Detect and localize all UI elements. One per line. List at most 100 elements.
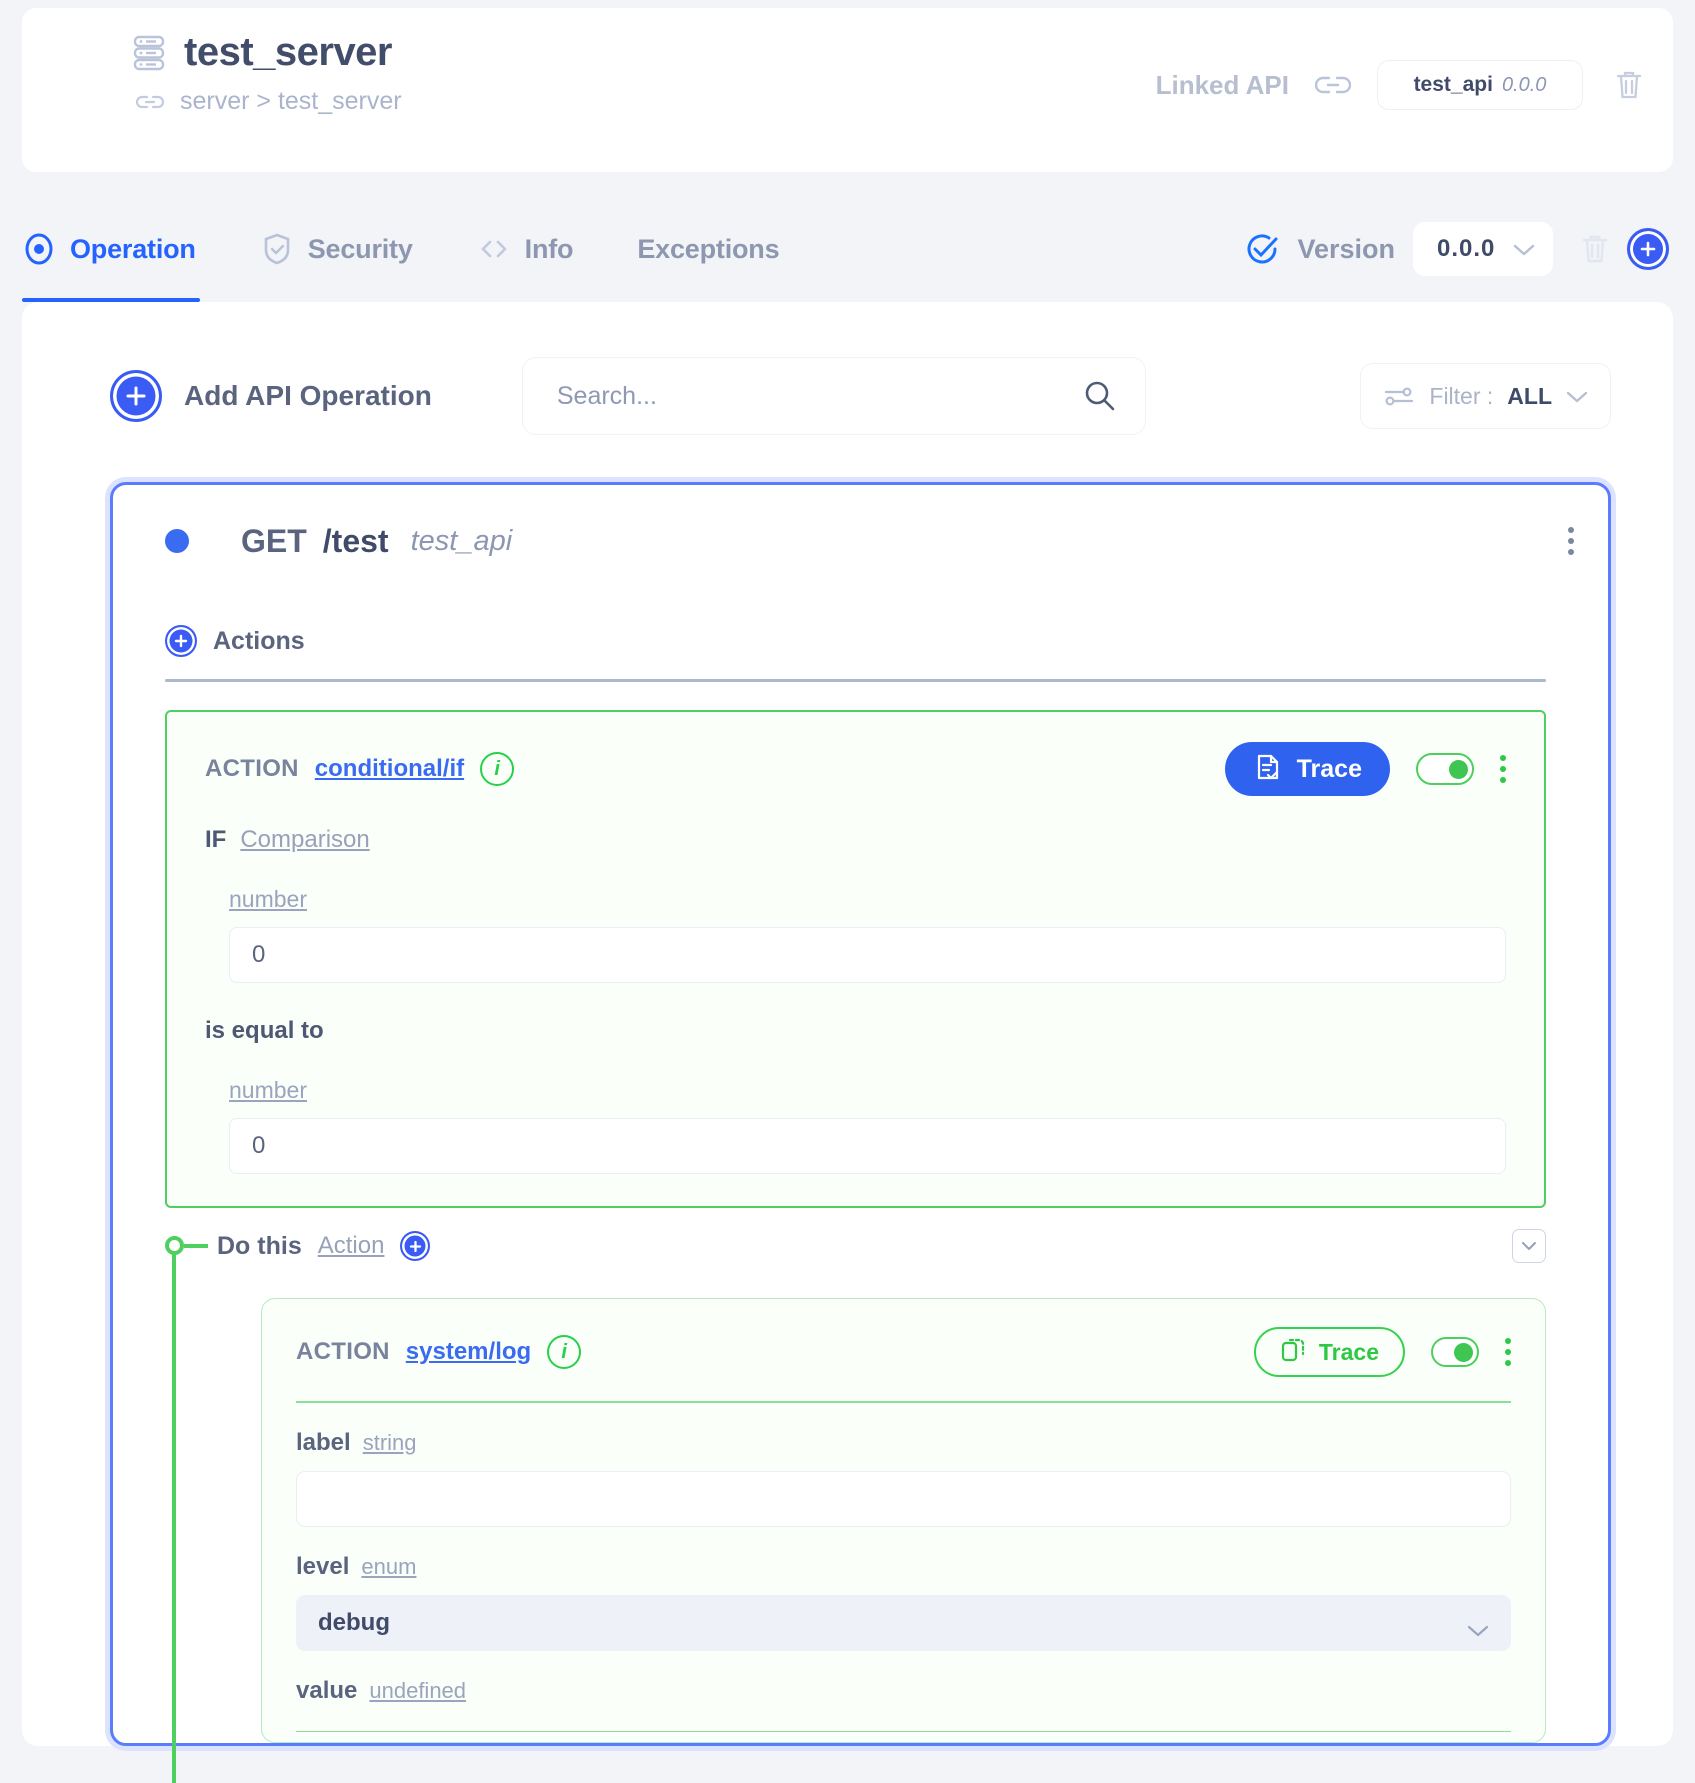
right-operand-value: 0 <box>252 1132 266 1159</box>
field-type[interactable]: undefined <box>369 1678 466 1704</box>
field-type[interactable]: string <box>363 1430 417 1456</box>
server-header-card: test_server server > test_server Linked … <box>22 8 1673 172</box>
comparison-operator: is equal to <box>205 1017 324 1044</box>
linked-api-version: 0.0.0 <box>1501 73 1547 96</box>
label-input[interactable] <box>296 1470 1511 1527</box>
breadcrumb: server > test_server <box>132 87 402 116</box>
trace-button-label: Trace <box>1296 754 1362 783</box>
log-action-header: ACTION system/log i Trace <box>296 1327 1511 1377</box>
filter-dropdown[interactable]: Filter : ALL <box>1360 363 1611 429</box>
page-title: test_server <box>184 30 393 74</box>
level-select-value: debug <box>318 1608 390 1636</box>
right-operand-type[interactable]: number <box>229 1077 307 1104</box>
kebab-menu-icon[interactable] <box>1568 527 1574 555</box>
tab-security[interactable]: Security <box>260 196 443 302</box>
log-action-card[interactable]: ACTION system/log i Trace label string l… <box>261 1298 1546 1743</box>
search-icon[interactable] <box>1081 378 1117 414</box>
info-icon[interactable]: i <box>547 1335 582 1369</box>
operations-panel: Add API Operation Search... Filter: ALL… <box>22 302 1673 1783</box>
api-operation-card[interactable]: GET /test test_api Actions ACTION condit… <box>110 482 1611 1783</box>
do-this-label: Do this <box>217 1231 302 1260</box>
trace-button[interactable]: Trace <box>1253 1327 1405 1377</box>
add-api-operation-label: Add API Operation <box>184 380 432 411</box>
chevron-down-icon <box>1467 1616 1489 1637</box>
actions-title-row[interactable]: Actions <box>165 625 1546 657</box>
radio-target-icon <box>22 232 56 266</box>
tab-list: Operation Security Info Exceptions <box>22 196 843 302</box>
level-select[interactable]: debug <box>296 1594 1511 1651</box>
conditional-action-controls: Trace <box>1224 742 1506 796</box>
search-box[interactable] <box>521 357 1146 435</box>
shield-check-icon <box>260 232 294 266</box>
field-name: label <box>296 1428 351 1456</box>
version-value: 0.0.0 <box>1437 235 1496 262</box>
conditional-action-card[interactable]: ACTION conditional/if i Trace IF Compari… <box>165 710 1546 1208</box>
trace-button-label: Trace <box>1318 1338 1379 1365</box>
link-icon <box>135 94 165 110</box>
linked-api-group: Linked API test_api 0.0.0 <box>1156 60 1643 110</box>
field-name: level <box>296 1552 350 1580</box>
divider <box>296 1401 1511 1403</box>
version-label: Version <box>1297 233 1395 264</box>
info-icon[interactable]: i <box>480 752 515 786</box>
field-level: level enum debug <box>296 1553 1511 1651</box>
tab-operation[interactable]: Operation <box>22 196 226 302</box>
add-api-operation-button[interactable]: Add API Operation <box>110 370 432 422</box>
comparison-link[interactable]: Comparison <box>240 826 369 854</box>
operations-toolbar: Add API Operation Search... Filter: ALL <box>22 357 1673 435</box>
operation-api-name: test_api <box>410 524 513 557</box>
linked-api-pill[interactable]: test_api 0.0.0 <box>1377 60 1583 110</box>
tab-exceptions[interactable]: Exceptions <box>637 196 809 302</box>
actions-section-header: Actions <box>165 625 1546 682</box>
left-operand-type[interactable]: number <box>229 886 307 913</box>
conditional-body: IF Comparison number 0 is equal to numbe… <box>205 826 1506 1174</box>
kebab-menu-icon[interactable] <box>1505 1338 1511 1366</box>
chain-link-icon <box>1314 74 1352 96</box>
action-enabled-toggle[interactable] <box>1416 753 1474 785</box>
sliders-icon <box>1383 385 1415 407</box>
left-operand-value: 0 <box>252 941 266 968</box>
trace-button[interactable]: Trace <box>1224 742 1390 796</box>
branch-stem <box>184 1244 208 1248</box>
action-enabled-toggle[interactable] <box>1431 1337 1479 1367</box>
version-select[interactable]: 0.0.0 <box>1413 222 1553 276</box>
operation-path: /test <box>322 522 389 559</box>
if-keyword: IF <box>205 826 227 853</box>
search-input[interactable] <box>556 381 1037 411</box>
field-value: value undefined <box>296 1677 1511 1743</box>
log-action-controls: Trace <box>1253 1327 1511 1377</box>
do-this-action-link[interactable]: Action <box>318 1232 385 1260</box>
check-circle-icon <box>1245 232 1279 266</box>
field-level-row: level enum <box>296 1553 1511 1581</box>
tab-info[interactable]: Info <box>477 196 604 302</box>
app-root: test_server server > test_server Linked … <box>0 8 1695 1783</box>
conditional-action-name[interactable]: conditional/if <box>315 755 464 783</box>
breadcrumb-text: server > test_server <box>180 87 402 115</box>
linked-api-name: test_api <box>1413 73 1493 96</box>
if-row: IF Comparison <box>205 826 1506 854</box>
chevron-down-icon <box>1566 390 1588 403</box>
status-dot-icon <box>165 529 189 553</box>
trash-icon[interactable] <box>1615 69 1643 101</box>
do-this-row: Do this Action <box>213 1208 1546 1284</box>
left-operand-input[interactable]: 0 <box>229 927 1506 983</box>
log-action-name[interactable]: system/log <box>406 1338 531 1366</box>
field-label: label string <box>296 1429 1511 1527</box>
add-version-button[interactable] <box>1627 228 1669 270</box>
tab-exceptions-label: Exceptions <box>637 233 780 264</box>
trash-icon[interactable] <box>1581 233 1609 265</box>
version-controls: Version 0.0.0 <box>1245 222 1669 276</box>
trace-copy-icon <box>1280 1336 1307 1368</box>
field-type[interactable]: enum <box>361 1554 416 1580</box>
plus-circle-icon[interactable] <box>165 625 197 657</box>
collapse-branch-button[interactable] <box>1512 1229 1546 1263</box>
right-operand-input[interactable]: 0 <box>229 1118 1506 1174</box>
do-this-branch: Do this Action ACTION system/log i Trace… <box>165 1208 1546 1783</box>
operation-header: GET /test test_api <box>113 485 1608 597</box>
kebab-menu-icon[interactable] <box>1500 755 1506 783</box>
conditional-action-header: ACTION conditional/if i Trace <box>205 742 1506 796</box>
field-name: value <box>296 1676 358 1704</box>
chevron-down-icon <box>1513 243 1535 256</box>
tab-info-label: Info <box>524 233 574 264</box>
add-action-button[interactable] <box>400 1231 431 1261</box>
